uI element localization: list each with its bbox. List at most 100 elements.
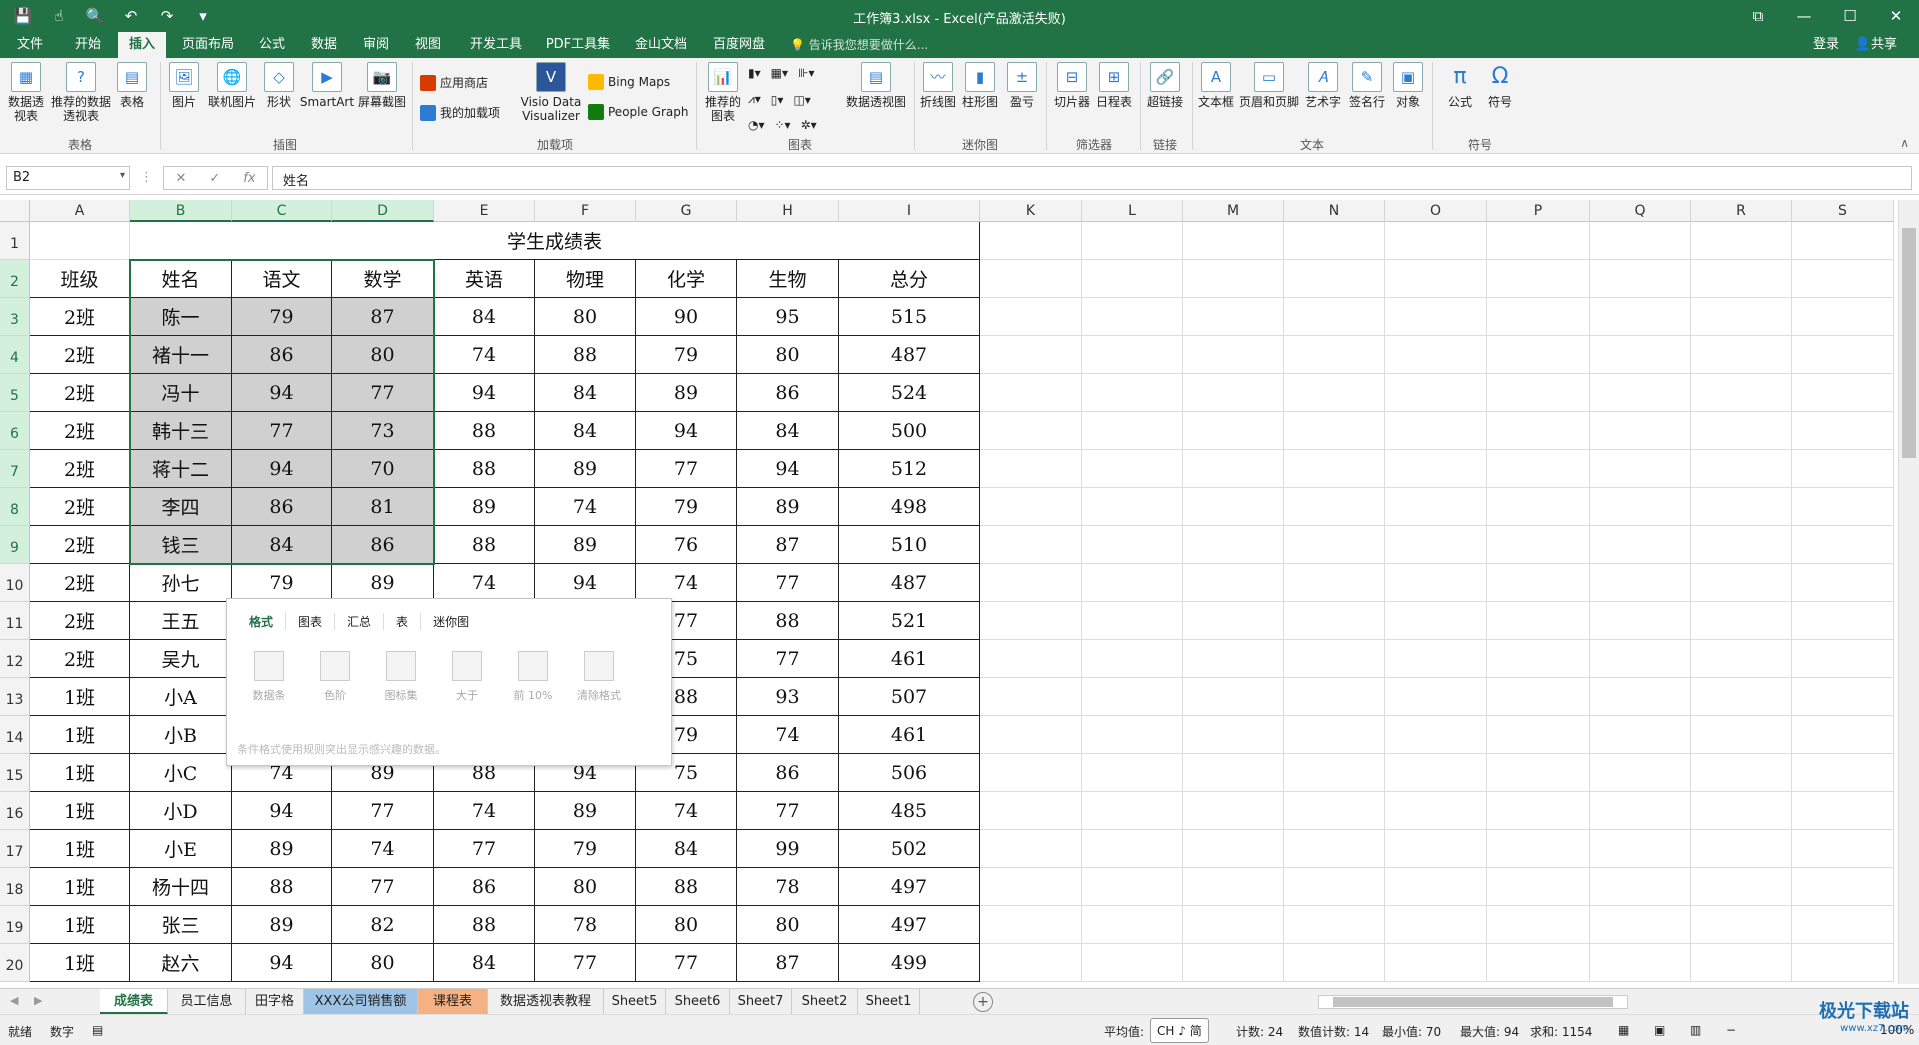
table-cell[interactable]: 1班 (30, 716, 130, 754)
empty-cell[interactable] (1082, 944, 1183, 982)
empty-cell[interactable] (1792, 868, 1894, 906)
empty-cell[interactable] (1590, 374, 1691, 412)
empty-cell[interactable] (1082, 906, 1183, 944)
row-header[interactable]: 13 (0, 678, 30, 716)
pivottable-button[interactable]: ▦ 数据透视表 (6, 62, 46, 123)
shapes-button[interactable]: ◇ 形状 (262, 62, 296, 109)
empty-cell[interactable] (1385, 868, 1487, 906)
add-sheet-icon[interactable]: + (973, 992, 993, 1012)
empty-cell[interactable] (980, 678, 1082, 716)
header-cell[interactable]: 语文 (232, 260, 332, 298)
table-cell[interactable]: 94 (232, 374, 332, 412)
empty-cell[interactable] (1691, 640, 1792, 678)
tab-baidu-netdisk[interactable]: 百度网盘 (706, 32, 772, 58)
table-cell[interactable]: 88 (434, 526, 535, 564)
empty-cell[interactable] (1487, 222, 1590, 260)
header-cell[interactable]: 班级 (30, 260, 130, 298)
empty-cell[interactable] (980, 944, 1082, 982)
row-header[interactable]: 7 (0, 450, 30, 488)
table-cell[interactable]: 77 (737, 640, 839, 678)
empty-cell[interactable] (1792, 792, 1894, 830)
column-header-q[interactable]: Q (1590, 200, 1691, 222)
table-cell[interactable]: 88 (434, 906, 535, 944)
maximize-icon[interactable]: ☐ (1827, 0, 1873, 32)
empty-cell[interactable] (1487, 450, 1590, 488)
table-cell[interactable]: 88 (636, 868, 737, 906)
table-cell[interactable]: 87 (332, 298, 434, 336)
table-cell[interactable]: 1班 (30, 792, 130, 830)
empty-cell[interactable] (1590, 526, 1691, 564)
empty-cell[interactable] (1792, 830, 1894, 868)
table-cell[interactable]: 94 (434, 374, 535, 412)
table-cell[interactable]: 1班 (30, 906, 130, 944)
empty-cell[interactable] (1487, 716, 1590, 754)
empty-cell[interactable] (1487, 640, 1590, 678)
column-header-d[interactable]: D (332, 200, 434, 222)
empty-cell[interactable] (1590, 944, 1691, 982)
table-cell[interactable]: 94 (737, 450, 839, 488)
table-cell[interactable]: 74 (737, 716, 839, 754)
empty-cell[interactable] (1487, 412, 1590, 450)
empty-cell[interactable] (1385, 678, 1487, 716)
table-cell[interactable]: 89 (737, 488, 839, 526)
row-header[interactable]: 20 (0, 944, 30, 982)
empty-cell[interactable] (1487, 754, 1590, 792)
empty-cell[interactable] (1487, 792, 1590, 830)
table-cell[interactable]: 498 (839, 488, 980, 526)
column-header-m[interactable]: M (1183, 200, 1284, 222)
empty-cell[interactable] (1284, 602, 1385, 640)
row-header[interactable]: 2 (0, 260, 30, 298)
table-cell[interactable]: 84 (434, 944, 535, 982)
sheet-tab[interactable]: 员工信息 (168, 989, 246, 1015)
column-header-h[interactable]: H (737, 200, 839, 222)
empty-cell[interactable] (1183, 412, 1284, 450)
empty-cell[interactable] (1385, 336, 1487, 374)
formula-bar-splitter[interactable]: ⋮ (140, 170, 153, 185)
empty-cell[interactable] (1082, 754, 1183, 792)
empty-cell[interactable] (1385, 944, 1487, 982)
table-cell[interactable]: 521 (839, 602, 980, 640)
qa-color-scale[interactable]: 色阶 (305, 651, 365, 703)
table-cell[interactable]: 506 (839, 754, 980, 792)
empty-cell[interactable] (1385, 716, 1487, 754)
table-cell[interactable]: 80 (535, 868, 636, 906)
table-cell[interactable]: 2班 (30, 450, 130, 488)
empty-cell[interactable] (1385, 792, 1487, 830)
empty-cell[interactable] (1792, 374, 1894, 412)
empty-cell[interactable] (1284, 450, 1385, 488)
empty-cell[interactable] (1284, 868, 1385, 906)
table-cell[interactable]: 77 (332, 868, 434, 906)
empty-cell[interactable] (980, 564, 1082, 602)
table-cell[interactable]: 1班 (30, 754, 130, 792)
scroll-thumb[interactable] (1902, 228, 1916, 458)
smartart-button[interactable]: ▶ SmartArt (300, 62, 354, 109)
empty-cell[interactable] (980, 298, 1082, 336)
table-cell[interactable]: 陈一 (130, 298, 232, 336)
radar-chart-icon[interactable]: ✲▾ (801, 118, 817, 132)
table-cell[interactable]: 84 (232, 526, 332, 564)
table-cell[interactable]: 79 (636, 336, 737, 374)
table-cell[interactable]: 84 (434, 298, 535, 336)
empty-cell[interactable] (1691, 222, 1792, 260)
macro-record-icon[interactable]: ▤ (92, 1023, 103, 1037)
empty-cell[interactable] (1284, 906, 1385, 944)
select-all-corner[interactable] (0, 200, 30, 222)
column-header-r[interactable]: R (1691, 200, 1792, 222)
empty-cell[interactable] (1183, 374, 1284, 412)
empty-cell[interactable] (1183, 868, 1284, 906)
table-cell[interactable]: 小C (130, 754, 232, 792)
textbox-button[interactable]: A 文本框 (1196, 62, 1236, 109)
table-cell[interactable]: 70 (332, 450, 434, 488)
empty-cell[interactable] (1792, 526, 1894, 564)
table-cell[interactable]: 小A (130, 678, 232, 716)
empty-cell[interactable] (1691, 792, 1792, 830)
sparkline-winloss-button[interactable]: ± 盈亏 (1004, 62, 1040, 109)
header-cell[interactable]: 总分 (839, 260, 980, 298)
empty-cell[interactable] (1284, 336, 1385, 374)
empty-cell[interactable] (980, 792, 1082, 830)
qa-tab-formatting[interactable]: 格式 (237, 613, 287, 630)
table-cell[interactable]: 74 (434, 336, 535, 374)
empty-cell[interactable] (1792, 754, 1894, 792)
vertical-scrollbar[interactable] (1898, 200, 1919, 984)
cancel-icon[interactable]: ✕ (175, 171, 186, 186)
